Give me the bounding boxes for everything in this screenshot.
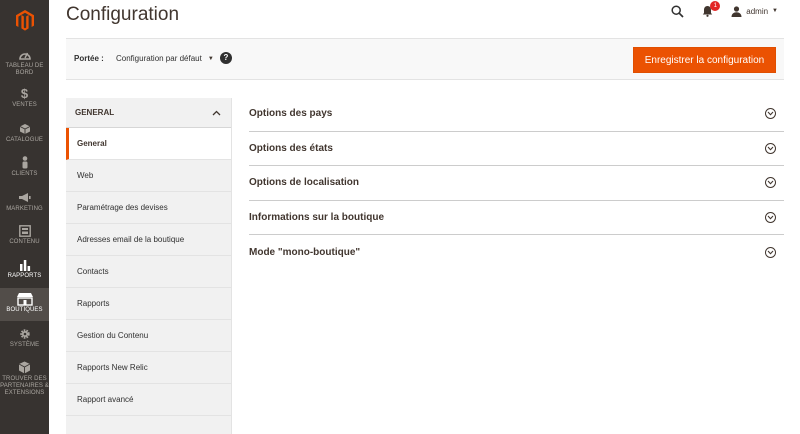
section-single-store-mode[interactable]: Mode "mono-boutique" bbox=[249, 235, 784, 270]
nav-item-marketing[interactable]: MARKETING bbox=[0, 190, 49, 218]
store-icon bbox=[16, 291, 34, 306]
chevron-down-icon: ▼ bbox=[772, 8, 778, 14]
tab-advanced-reporting[interactable]: Rapport avancé bbox=[66, 384, 231, 416]
nav-label: TABLEAU DE BORD bbox=[5, 63, 44, 76]
nav-item-sales[interactable]: $ VENTES bbox=[0, 86, 49, 114]
nav-item-stores[interactable]: BOUTIQUES bbox=[0, 288, 49, 321]
megaphone-icon bbox=[18, 190, 31, 205]
nav-label: MARKETING bbox=[6, 206, 43, 212]
blocks-icon bbox=[18, 360, 31, 375]
section-country-options[interactable]: Options des pays bbox=[249, 97, 784, 132]
search-icon bbox=[671, 4, 684, 18]
nav-label: SYSTÈME bbox=[9, 342, 40, 348]
chevron-down-icon: ▼ bbox=[207, 55, 214, 62]
section-title: Informations sur la boutique bbox=[249, 211, 385, 223]
nav-item-customers[interactable]: CLIENTS bbox=[0, 155, 49, 183]
admin-username: admin bbox=[746, 6, 769, 16]
person-icon bbox=[20, 155, 30, 170]
chevron-down-circle-icon bbox=[765, 246, 776, 258]
global-search-button[interactable] bbox=[671, 4, 684, 18]
config-sections: Options des pays Options des états Optio… bbox=[249, 97, 784, 270]
user-icon bbox=[731, 5, 742, 17]
cube-icon bbox=[19, 121, 31, 136]
tab-store-email-addresses[interactable]: Adresses email de la boutique bbox=[66, 224, 231, 256]
admin-user-menu[interactable]: admin ▼ bbox=[731, 5, 778, 17]
section-title: Mode "mono-boutique" bbox=[249, 246, 361, 258]
bar-chart-icon bbox=[19, 257, 31, 272]
section-title: Options de localisation bbox=[249, 177, 360, 189]
save-config-button[interactable]: Enregistrer la configuration bbox=[633, 47, 776, 73]
notification-count-badge: 1 bbox=[710, 1, 721, 11]
tab-contacts[interactable]: Contacts bbox=[66, 256, 231, 288]
chevron-up-icon bbox=[212, 110, 221, 115]
magento-logo[interactable] bbox=[0, 0, 49, 40]
notifications-button[interactable]: 1 bbox=[702, 1, 721, 17]
nav-item-reports[interactable]: RAPPORTS bbox=[0, 257, 49, 287]
tab-new-relic-reporting[interactable]: Rapports New Relic bbox=[66, 352, 231, 384]
header-actions: 1 admin ▼ bbox=[653, 0, 778, 22]
tab-group-title: GENERAL bbox=[75, 108, 115, 117]
nav-item-partners-extensions[interactable]: TROUVER DES PARTENAIRES & EXTENSIONS bbox=[0, 360, 49, 402]
section-locale-options[interactable]: Options de localisation bbox=[249, 166, 784, 201]
nav-label: CONTENU bbox=[9, 239, 40, 245]
chevron-down-circle-icon bbox=[765, 108, 776, 120]
nav-label: TROUVER DES PARTENAIRES & EXTENSIONS bbox=[0, 376, 49, 396]
dollar-icon: $ bbox=[20, 86, 29, 101]
tab-general[interactable]: General bbox=[66, 128, 231, 160]
tab-reports[interactable]: Rapports bbox=[66, 288, 231, 320]
layout-icon bbox=[18, 223, 31, 238]
section-state-options[interactable]: Options des états bbox=[249, 132, 784, 166]
scope-label: Portée : bbox=[74, 54, 104, 63]
store-scope-bar: Portée : Configuration par défaut ▼ ? En… bbox=[66, 38, 784, 80]
tab-web[interactable]: Web bbox=[66, 160, 231, 192]
nav-item-dashboard[interactable]: TABLEAU DE BORD bbox=[0, 47, 49, 82]
chevron-down-circle-icon bbox=[765, 177, 776, 189]
chevron-down-circle-icon bbox=[765, 211, 776, 223]
nav-label: CLIENTS bbox=[11, 171, 38, 177]
gear-icon bbox=[19, 326, 31, 341]
nav-label: CATALOGUE bbox=[5, 137, 44, 143]
tab-group-general[interactable]: GENERAL bbox=[66, 98, 231, 128]
scope-selected-value: Configuration par défaut bbox=[116, 54, 202, 63]
help-icon[interactable]: ? bbox=[220, 52, 232, 64]
nav-label: RAPPORTS bbox=[7, 273, 42, 279]
section-store-information[interactable]: Informations sur la boutique bbox=[249, 201, 784, 235]
dashboard-icon bbox=[18, 47, 31, 62]
config-tabs: GENERAL General Web Paramétrage des devi… bbox=[66, 98, 232, 434]
page-title: Configuration bbox=[66, 4, 180, 25]
section-title: Options des états bbox=[249, 142, 333, 154]
nav-item-content[interactable]: CONTENU bbox=[0, 223, 49, 251]
section-title: Options des pays bbox=[249, 108, 333, 120]
chevron-down-circle-icon bbox=[765, 142, 776, 154]
admin-sidebar: TABLEAU DE BORD $ VENTES CATALOGUE CLIENT… bbox=[0, 0, 49, 434]
tab-currency-setup[interactable]: Paramétrage des devises bbox=[66, 192, 231, 224]
tab-content-management[interactable]: Gestion du Contenu bbox=[66, 320, 231, 352]
nav-label: VENTES bbox=[12, 102, 37, 108]
nav-item-system[interactable]: SYSTÈME bbox=[0, 326, 49, 354]
nav-label: BOUTIQUES bbox=[6, 307, 43, 313]
magento-logo-icon bbox=[15, 9, 34, 31]
scope-switcher[interactable]: Configuration par défaut ▼ bbox=[116, 54, 214, 63]
nav-item-catalog[interactable]: CATALOGUE bbox=[0, 121, 49, 149]
